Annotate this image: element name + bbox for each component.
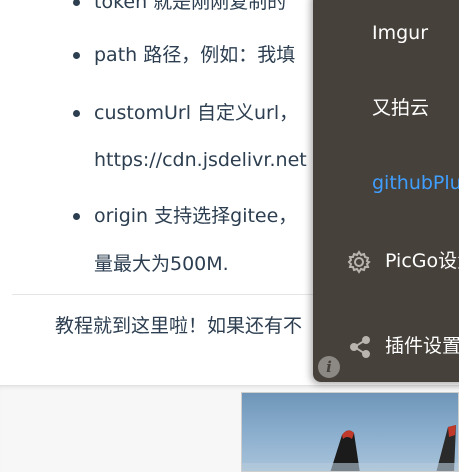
bullet-continuation-url: https://cdn.jsdelivr.net <box>94 148 307 172</box>
bullet-dot <box>73 110 80 117</box>
bullet-item-path: path 路径，例如：我填 <box>73 43 296 67</box>
bullet-dot <box>73 213 80 220</box>
app-viewport: token 就是刚刚复制的 path 路径，例如：我填 customUrl 自定… <box>0 0 459 472</box>
bullet-dot <box>73 0 80 6</box>
bullet-text: path 路径，例如：我填 <box>94 44 296 66</box>
context-menu: Imgur 又拍云 githubPlus PicGo设置 <box>313 0 459 382</box>
menu-item-label: 插件设置 <box>385 335 459 357</box>
bullet-item-origin: origin 支持选择gitee， <box>73 204 298 228</box>
bullet-dot <box>73 52 80 59</box>
menu-item-githubplus[interactable]: githubPlus <box>372 171 459 195</box>
menu-item-plugin-settings[interactable]: 插件设置 <box>346 334 459 358</box>
airplane-illustration <box>242 425 458 471</box>
bullet-continuation-text: https://cdn.jsdelivr.net <box>94 149 307 171</box>
bullet-continuation-text: 量最大为500M. <box>94 253 229 275</box>
share-icon <box>348 335 372 365</box>
info-icon[interactable]: i <box>318 356 340 378</box>
bullet-text: customUrl 自定义url， <box>94 102 299 124</box>
bullet-item-token: token 就是刚刚复制的 <box>73 0 287 14</box>
menu-item-imgur[interactable]: Imgur <box>372 21 428 45</box>
menu-item-label: Imgur <box>372 22 429 44</box>
menu-item-label: PicGo设置 <box>385 250 459 272</box>
bullet-text: token 就是刚刚复制的 <box>94 0 287 13</box>
menu-item-picgo-settings[interactable]: PicGo设置 <box>346 249 459 274</box>
menu-item-upyun[interactable]: 又拍云 <box>372 96 429 120</box>
airplane-image <box>241 392 459 472</box>
bullet-text: origin 支持选择gitee， <box>94 205 298 227</box>
menu-item-label: 又拍云 <box>372 97 430 119</box>
menu-item-label: githubPlus <box>372 172 459 194</box>
bullet-continuation-size: 量最大为500M. <box>94 252 229 276</box>
closing-paragraph: 教程就到这里啦！如果还有不 <box>55 315 303 337</box>
gear-icon <box>346 249 372 281</box>
bullet-item-customurl: customUrl 自定义url， <box>73 101 299 125</box>
